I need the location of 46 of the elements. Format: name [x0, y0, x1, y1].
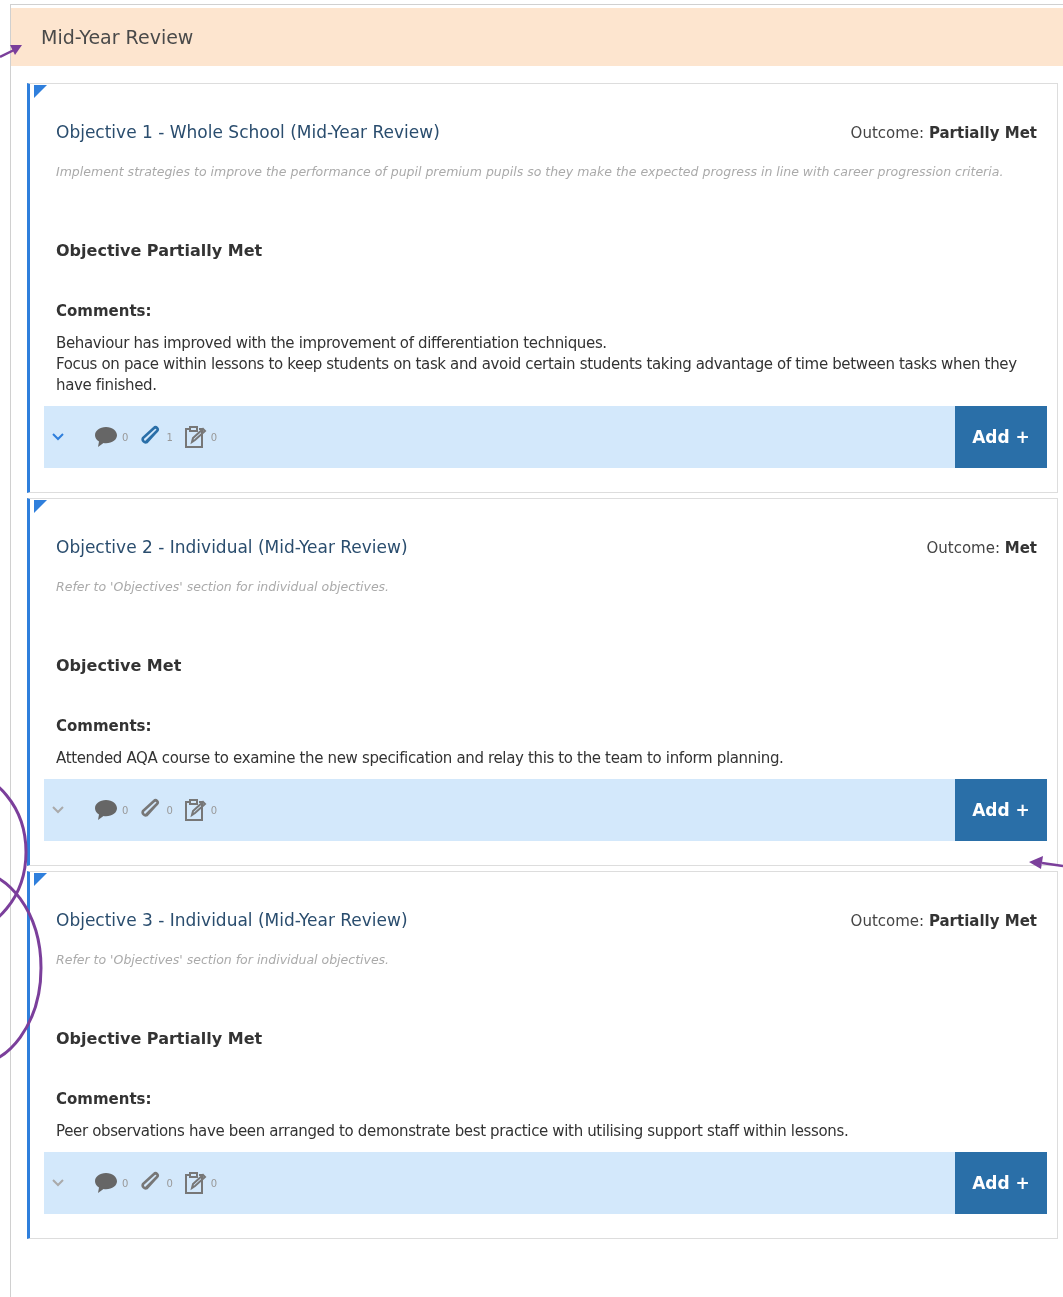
speech-bubble-icon[interactable]	[94, 798, 118, 822]
count-text: 0	[210, 1177, 218, 1189]
comment-text: Peer observations have been arranged to demonstrate best practice with utilising support staff within lessons.	[56, 1121, 850, 1142]
comment-text: Attended AQA course to examine the new specification and relay this to the team to inform planning.	[56, 748, 785, 769]
objective-status: Objective Partially Met	[56, 1029, 264, 1048]
corner-flag-icon	[34, 500, 47, 513]
count-text: 0	[210, 431, 218, 443]
objective-description: Refer to 'Objectives' section for individual objectives.	[56, 578, 391, 596]
chevron-down-icon[interactable]	[52, 433, 64, 441]
objective-title: Objective 2 - Individual (Mid-Year Review)	[56, 537, 408, 557]
comments-label: Comments:	[56, 1090, 153, 1108]
clipboard-pencil-icon[interactable]	[182, 1171, 207, 1195]
objective-description: Refer to 'Objectives' section for individual objectives.	[56, 951, 391, 969]
add-button[interactable]: Add +	[955, 779, 1047, 841]
annotation-arrow	[1029, 856, 1063, 869]
objective-title: Objective 3 - Individual (Mid-Year Review)	[56, 910, 408, 930]
add-button[interactable]: Add +	[955, 406, 1047, 468]
count-text: 0	[122, 431, 129, 443]
corner-flag-icon	[34, 85, 47, 98]
objective-description: Implement strategies to improve the performance of pupil premium pupils so they make the expected progress in line with career progression criteria.	[56, 163, 1005, 181]
objective-status: Objective Partially Met	[56, 241, 264, 260]
corner-flag-icon	[34, 873, 47, 886]
count-text: 1	[166, 431, 173, 443]
chevron-down-icon[interactable]	[52, 1179, 64, 1187]
count-text: 0	[122, 1177, 129, 1189]
clipboard-pencil-icon[interactable]	[182, 798, 207, 822]
count-text: 0	[166, 1177, 173, 1189]
comment-text: Focus on pace within lessons to keep students on task and avoid certain students taking advantage of time between tasks when they have finished.	[56, 354, 1018, 396]
speech-bubble-icon[interactable]	[94, 425, 118, 449]
count-text: 0	[122, 804, 129, 816]
chevron-down-icon[interactable]	[52, 806, 64, 814]
add-button[interactable]: Add +	[955, 1152, 1047, 1214]
comments-label: Comments:	[56, 302, 153, 320]
comment-text: Behaviour has improved with the improvement of differentiation techniques.	[56, 333, 608, 354]
outcome-text: Outcome: Partially Met	[850, 912, 1037, 930]
count-text: 0	[210, 804, 218, 816]
annotation-arrow	[0, 45, 22, 59]
outcome-text: Outcome: Met	[926, 539, 1037, 557]
objective-title: Objective 1 - Whole School (Mid-Year Review)	[56, 122, 440, 142]
count-text: 0	[166, 804, 173, 816]
comments-label: Comments:	[56, 717, 153, 735]
outcome-text: Outcome: Partially Met	[850, 124, 1037, 142]
section-title: Mid-Year Review	[41, 26, 194, 48]
speech-bubble-icon[interactable]	[94, 1171, 118, 1195]
clipboard-pencil-icon[interactable]	[182, 425, 207, 449]
objective-status: Objective Met	[56, 656, 183, 675]
